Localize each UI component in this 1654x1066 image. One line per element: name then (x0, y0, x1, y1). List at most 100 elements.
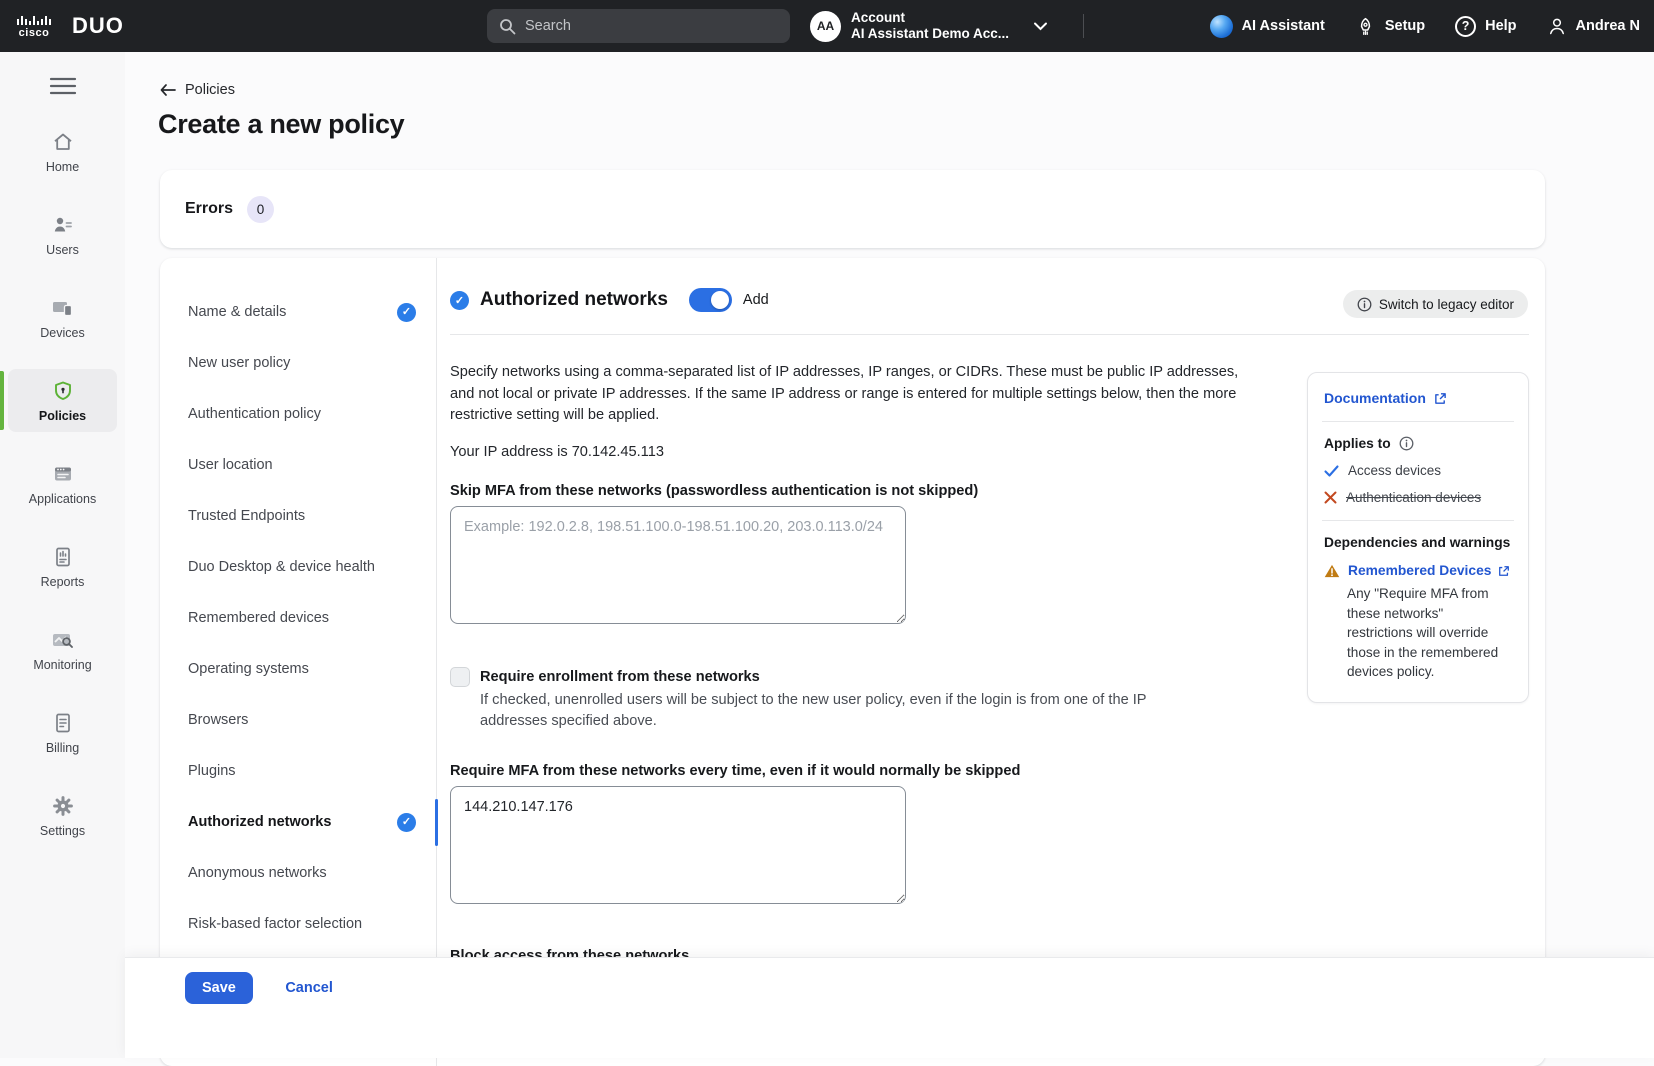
gear-icon (10, 794, 115, 818)
top-bar: cisco DUO AA Account AI Assistant Demo A… (0, 0, 1654, 52)
applications-icon (10, 462, 115, 486)
cisco-logo: cisco (16, 14, 52, 39)
nav-item-browsers[interactable]: Browsers (160, 695, 436, 746)
applies-to-access-devices: Access devices (1324, 463, 1512, 478)
require-enrollment-help: If checked, unenrolled users will be sub… (480, 690, 1210, 733)
devices-icon (10, 296, 115, 320)
check-badge-icon: ✓ (397, 813, 416, 832)
nav-item-user-location[interactable]: User location (160, 440, 436, 491)
section-complete-icon: ✓ (450, 291, 469, 310)
back-arrow-icon (160, 84, 176, 96)
skip-mfa-networks-input[interactable] (450, 506, 906, 624)
shield-icon (10, 379, 115, 403)
topbar-links: AI Assistant Setup ? Help Andrea N (1210, 0, 1640, 52)
nav-item-remembered-devices[interactable]: Remembered devices (160, 593, 436, 644)
errors-panel[interactable]: Errors 0 (160, 170, 1545, 248)
nav-item-operating-systems[interactable]: Operating systems (160, 644, 436, 695)
errors-count-badge: 0 (247, 196, 274, 223)
info-divider (1322, 520, 1514, 521)
dependencies-label: Dependencies and warnings (1324, 535, 1512, 550)
info-divider (1322, 421, 1514, 422)
main-content: Policies Create a new policy Errors 0 Na… (125, 52, 1654, 1058)
sidebar-item-home[interactable]: Home (8, 120, 117, 183)
topbar-divider (1083, 14, 1084, 38)
search-icon (499, 18, 516, 35)
remembered-devices-link[interactable]: Remembered Devices (1348, 563, 1510, 578)
warning-icon (1324, 564, 1340, 578)
documentation-link[interactable]: Documentation (1324, 390, 1512, 406)
add-toggle[interactable] (689, 288, 732, 312)
back-to-policies-link[interactable]: Policies (160, 82, 235, 98)
applies-to-label: Applies to (1324, 436, 1391, 451)
check-icon (1324, 465, 1339, 477)
help-icon: ? (1455, 16, 1476, 37)
user-menu-button[interactable]: Andrea N (1547, 16, 1640, 36)
toggle-label: Add (743, 292, 769, 308)
sidebar-item-reports[interactable]: Reports (8, 535, 117, 598)
sidebar-item-devices[interactable]: Devices (8, 286, 117, 349)
monitoring-icon (10, 628, 115, 652)
users-icon (10, 213, 115, 237)
applies-to-authentication-devices: Authentication devices (1324, 490, 1512, 505)
billing-icon (10, 711, 115, 735)
page-title: Create a new policy (158, 109, 404, 140)
setup-button[interactable]: Setup (1355, 16, 1425, 37)
check-badge-icon: ✓ (397, 303, 416, 322)
x-icon (1324, 491, 1337, 504)
nav-item-plugins[interactable]: Plugins (160, 746, 436, 797)
sidebar-item-users[interactable]: Users (8, 203, 117, 266)
section-intro-text: Specify networks using a comma-separated… (450, 362, 1246, 427)
sidebar: Home Users Devices Policies (0, 52, 125, 1058)
require-mfa-label: Require MFA from these networks every ti… (450, 763, 1545, 779)
global-search[interactable] (487, 9, 790, 43)
duo-logo: DUO (72, 13, 124, 39)
require-mfa-networks-input[interactable]: 144.210.147.176 (450, 786, 906, 904)
info-icon[interactable] (1399, 436, 1414, 451)
cancel-button[interactable]: Cancel (285, 980, 333, 996)
require-enrollment-label: Require enrollment from these networks (480, 666, 760, 688)
info-panel: Documentation Applies to Acc (1307, 372, 1529, 703)
nav-item-name-details[interactable]: Name & details ✓ (160, 287, 436, 338)
save-button[interactable]: Save (185, 972, 253, 1004)
section-title: Authorized networks (480, 289, 668, 311)
external-link-icon (1498, 565, 1510, 577)
hamburger-menu-icon[interactable] (49, 76, 77, 96)
nav-item-duo-desktop-device-health[interactable]: Duo Desktop & device health (160, 542, 436, 593)
require-enrollment-checkbox[interactable] (450, 667, 470, 687)
ai-assistant-button[interactable]: AI Assistant (1210, 15, 1325, 38)
home-icon (10, 130, 115, 154)
account-label: Account (851, 10, 1009, 26)
account-switcher[interactable]: AA Account AI Assistant Demo Acc... (810, 6, 1048, 46)
errors-label: Errors (185, 200, 233, 218)
nav-item-anonymous-networks[interactable]: Anonymous networks (160, 848, 436, 899)
nav-item-authentication-policy[interactable]: Authentication policy (160, 389, 436, 440)
sidebar-item-settings[interactable]: Settings (8, 784, 117, 847)
cisco-wordmark: cisco (19, 28, 50, 39)
sidebar-item-policies[interactable]: Policies (8, 369, 117, 432)
nav-item-trusted-endpoints[interactable]: Trusted Endpoints (160, 491, 436, 542)
reports-icon (10, 545, 115, 569)
search-input[interactable] (525, 18, 778, 34)
cisco-bars-icon (16, 14, 52, 27)
nav-item-authorized-networks[interactable]: Authorized networks ✓ (160, 797, 436, 848)
account-name: AI Assistant Demo Acc... (851, 26, 1009, 42)
sidebar-item-billing[interactable]: Billing (8, 701, 117, 764)
nav-item-new-user-policy[interactable]: New user policy (160, 338, 436, 389)
chevron-down-icon (1033, 21, 1048, 31)
brand-logos: cisco DUO (16, 0, 124, 52)
person-icon (1547, 16, 1567, 36)
help-button[interactable]: ? Help (1455, 16, 1516, 37)
external-link-icon (1434, 392, 1447, 405)
policy-editor-card: Name & details ✓ New user policy Authent… (160, 258, 1545, 1066)
action-footer: Save Cancel (125, 958, 1654, 1058)
account-avatar: AA (810, 11, 841, 42)
ai-assistant-icon (1210, 15, 1233, 38)
dependency-warning-text: Any "Require MFA from these networks" re… (1347, 584, 1505, 682)
sidebar-item-monitoring[interactable]: Monitoring (8, 618, 117, 681)
section-divider (450, 334, 1529, 335)
policy-section-nav: Name & details ✓ New user policy Authent… (160, 258, 437, 1066)
nav-item-risk-based-factor-selection[interactable]: Risk-based factor selection (160, 899, 436, 950)
sidebar-item-applications[interactable]: Applications (8, 452, 117, 515)
info-icon (1357, 297, 1372, 312)
switch-to-legacy-editor-button[interactable]: Switch to legacy editor (1343, 290, 1528, 318)
